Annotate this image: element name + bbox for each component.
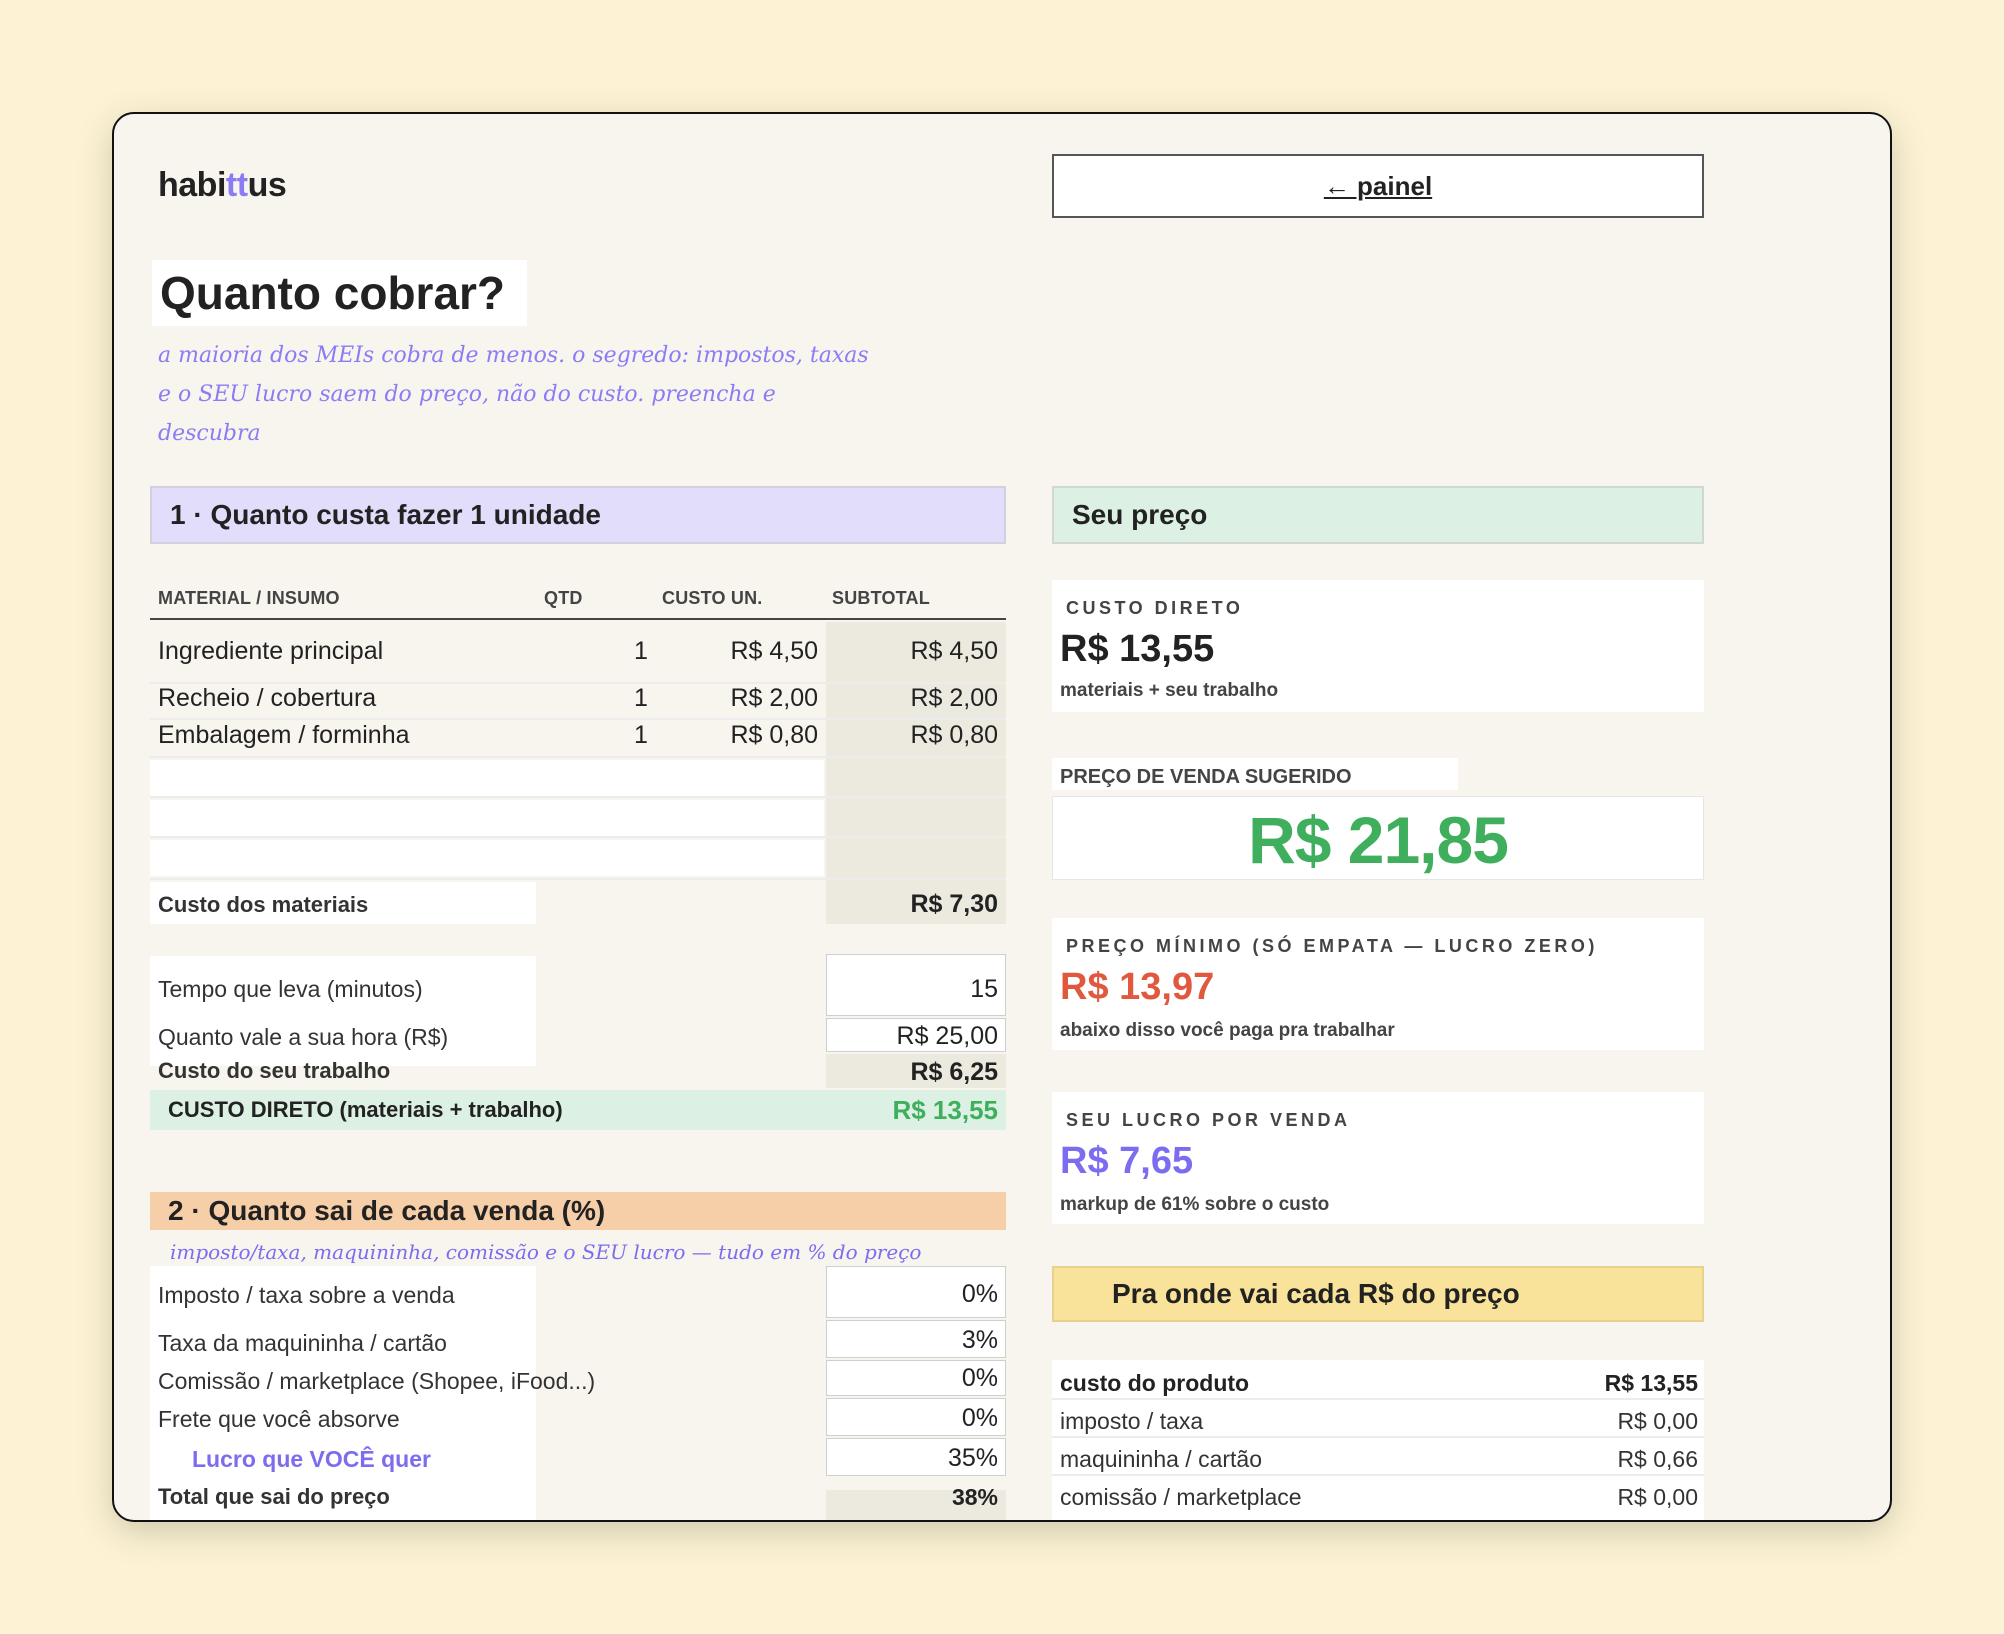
breakdown-row-label: maquininha / cartão xyxy=(1060,1446,1263,1472)
materials-total-label: Custo dos materiais xyxy=(158,892,369,917)
min-price-label: PREÇO MÍNIMO (SÓ EMPATA — LUCRO ZERO) xyxy=(1066,936,1598,956)
material-subtotal: R$ 4,50 xyxy=(910,637,998,665)
subtitle-line-2: e o SEU lucro saem do preço, não do cust… xyxy=(158,382,776,446)
profit-note: markup de 61% sobre o custo xyxy=(1060,1194,1330,1215)
row-divider xyxy=(150,796,1006,798)
tax-value[interactable]: 0% xyxy=(826,1280,998,1309)
empty-row[interactable] xyxy=(150,840,824,876)
section-2-title: 2 · Quanto sai de cada venda (%) xyxy=(168,1195,606,1226)
row-divider xyxy=(150,718,1006,720)
row-divider xyxy=(1052,1474,1704,1476)
tax-label: Imposto / taxa sobre a venda xyxy=(158,1282,455,1308)
subtitle-line-1: a maioria dos MEIs cobra de menos. o seg… xyxy=(158,343,869,368)
breakdown-row-value: R$ 0,00 xyxy=(1617,1408,1698,1434)
total-out-label: Total que sai do preço xyxy=(158,1484,390,1509)
row-divider xyxy=(1052,1398,1704,1400)
empty-row[interactable] xyxy=(150,800,824,836)
breakdown-header: Pra onde vai cada R$ do preço xyxy=(1052,1266,1704,1322)
row-divider xyxy=(150,878,1006,880)
logo-text-end: us xyxy=(247,166,287,204)
row-divider xyxy=(150,836,1006,838)
direct-cost-value: R$ 13,55 xyxy=(892,1095,998,1125)
material-qty[interactable]: 1 xyxy=(634,721,648,750)
material-name[interactable]: Ingrediente principal xyxy=(158,637,383,666)
card-fee-label: Taxa da maquininha / cartão xyxy=(158,1330,447,1356)
section-2-header: 2 · Quanto sai de cada venda (%) xyxy=(150,1192,1006,1230)
price-header: Seu preço xyxy=(1052,486,1704,544)
material-subtotal: R$ 2,00 xyxy=(910,684,998,712)
material-subtotal: R$ 0,80 xyxy=(910,721,998,749)
material-name[interactable]: Embalagem / forminha xyxy=(158,721,410,750)
time-value[interactable]: 15 xyxy=(826,975,998,1004)
price-title: Seu preço xyxy=(1072,499,1208,530)
breakdown-row-value: R$ 13,55 xyxy=(1604,1370,1698,1396)
desired-profit-label: Lucro que VOCÊ quer xyxy=(192,1446,431,1472)
direct-cost-label: CUSTO DIRETO (materiais + trabalho) xyxy=(168,1097,563,1122)
breakdown-row-label: custo do produto xyxy=(1060,1370,1250,1396)
material-name[interactable]: Recheio / cobertura xyxy=(158,684,376,713)
section-1-header: 1 · Quanto custa fazer 1 unidade xyxy=(150,486,1006,544)
col-header-subtotal: SUBTOTAL xyxy=(832,588,930,608)
suggested-price-label: PREÇO DE VENDA SUGERIDO xyxy=(1060,766,1352,788)
col-header-material: MATERIAL / INSUMO xyxy=(158,588,340,608)
materials-total-value: R$ 7,30 xyxy=(910,890,998,918)
page-title: Quanto cobrar? xyxy=(152,260,528,326)
material-unit-cost[interactable]: R$ 0,80 xyxy=(674,721,818,750)
col-header-qtd: QTD xyxy=(544,588,583,608)
desired-profit-value[interactable]: 35% xyxy=(826,1444,998,1473)
hour-rate-label: Quanto vale a sua hora (R$) xyxy=(158,1024,449,1050)
total-out-value: 38% xyxy=(951,1484,998,1510)
row-divider xyxy=(1052,1436,1704,1438)
back-to-painel-button[interactable]: ← painel xyxy=(1052,154,1704,218)
section-2-note: imposto/taxa, maquininha, comissão e o S… xyxy=(170,1240,922,1264)
breakdown-row-value: R$ 0,66 xyxy=(1617,1446,1698,1472)
material-qty[interactable]: 1 xyxy=(634,637,648,666)
shipping-label: Frete que você absorve xyxy=(158,1406,400,1432)
labor-cost-label: Custo do seu trabalho xyxy=(158,1058,391,1083)
breakdown-row-label: imposto / taxa xyxy=(1060,1408,1204,1434)
commission-label: Comissão / marketplace (Shopee, iFood...… xyxy=(158,1368,596,1394)
commission-value[interactable]: 0% xyxy=(826,1364,998,1393)
profit-label: SEU LUCRO POR VENDA xyxy=(1066,1110,1351,1130)
direct-cost-card-note: materiais + seu trabalho xyxy=(1060,680,1279,701)
breakdown-row-label: comissão / marketplace xyxy=(1060,1484,1302,1510)
suggested-price-value: R$ 21,85 xyxy=(1248,803,1509,877)
direct-cost-card-label: CUSTO DIRETO xyxy=(1066,598,1244,618)
breakdown-title: Pra onde vai cada R$ do preço xyxy=(1112,1278,1520,1309)
card-fee-value[interactable]: 3% xyxy=(826,1326,998,1355)
table-header-divider xyxy=(150,618,1006,620)
page-subtitle: a maioria dos MEIs cobra de menos. o seg… xyxy=(158,336,878,453)
empty-row[interactable] xyxy=(150,760,824,796)
row-divider xyxy=(150,756,1006,758)
profit-value: R$ 7,65 xyxy=(1060,1140,1194,1182)
time-label: Tempo que leva (minutos) xyxy=(158,976,423,1002)
min-price-note: abaixo disso você paga pra trabalhar xyxy=(1060,1020,1395,1041)
col-header-custo-un: CUSTO UN. xyxy=(662,588,763,608)
min-price-value: R$ 13,97 xyxy=(1060,966,1215,1008)
logo-text-accent: tt xyxy=(225,166,248,204)
section-1-title: 1 · Quanto custa fazer 1 unidade xyxy=(170,499,601,530)
labor-cost-value: R$ 6,25 xyxy=(910,1058,998,1086)
breakdown-row-value: R$ 0,00 xyxy=(1617,1484,1698,1510)
material-unit-cost[interactable]: R$ 4,50 xyxy=(674,637,818,666)
material-qty[interactable]: 1 xyxy=(634,684,648,713)
logo-text-start: habi xyxy=(158,166,226,204)
hour-rate-value[interactable]: R$ 25,00 xyxy=(826,1022,998,1051)
shipping-value[interactable]: 0% xyxy=(826,1404,998,1433)
app-window: habittus ← painel Quanto cobrar? a maior… xyxy=(112,112,1892,1522)
material-unit-cost[interactable]: R$ 2,00 xyxy=(674,684,818,713)
habittus-logo: habittus xyxy=(158,166,287,205)
direct-cost-card-value: R$ 13,55 xyxy=(1060,628,1215,670)
